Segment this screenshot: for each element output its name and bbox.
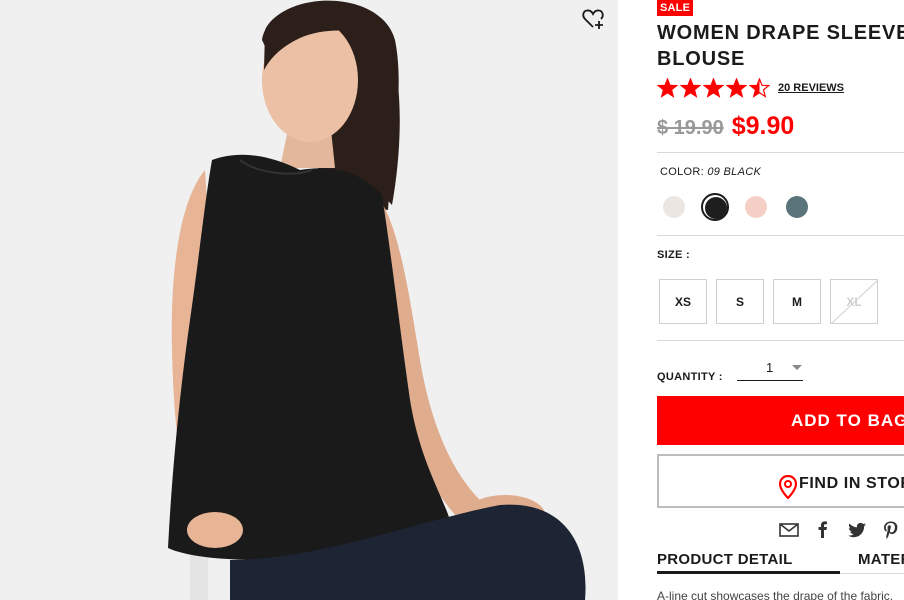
share-links (779, 520, 901, 540)
price-block: $ 19.90 $9.90 (657, 112, 794, 141)
color-swatches (660, 193, 811, 221)
selected-color-name: 09 BLACK (707, 166, 762, 178)
rating-stars (657, 77, 771, 98)
sale-price: $9.90 (731, 112, 795, 140)
swatch-color-dot (745, 196, 767, 218)
star-icon (748, 77, 771, 98)
product-details-panel: SALE WOMEN DRAPE SLEEVELESS BLOUSE 20 RE… (657, 0, 904, 600)
color-label: COLOR: 09 BLACK (660, 166, 761, 178)
size-option-m[interactable]: M (773, 279, 821, 324)
add-to-wishlist-icon[interactable] (582, 8, 606, 30)
sale-badge: SALE (657, 0, 694, 16)
find-in-store-label: FIND IN STORE (799, 475, 904, 492)
reviews-link[interactable]: 20 REVIEWS (778, 82, 844, 94)
model-illustration (0, 0, 618, 600)
location-pin-icon (778, 474, 798, 500)
product-description: A-line cut showcases the drape of the fa… (657, 589, 894, 600)
quantity-select[interactable]: 1 (737, 358, 803, 381)
quantity-value: 1 (766, 360, 774, 375)
divider (657, 152, 904, 153)
add-to-bag-label: ADD TO BAG (791, 411, 904, 430)
star-icon (702, 77, 725, 98)
size-label: SIZE : (657, 249, 690, 261)
swatch-color-dot (786, 196, 808, 218)
size-option-xs[interactable]: XS (659, 279, 707, 324)
product-title: WOMEN DRAPE SLEEVELESS BLOUSE (657, 20, 904, 72)
facebook-icon[interactable] (813, 520, 833, 540)
mail-icon[interactable] (779, 520, 799, 540)
tab-product-detail[interactable]: PRODUCT DETAIL (657, 551, 793, 568)
original-price: $ 19.90 (657, 117, 724, 139)
pinterest-icon[interactable] (881, 520, 901, 540)
twitter-icon[interactable] (847, 520, 867, 540)
color-swatch-off-white[interactable] (660, 193, 688, 221)
size-options: XS S M XL (659, 279, 878, 324)
size-option-s[interactable]: S (716, 279, 764, 324)
tab-materials[interactable]: MATERIALS (858, 551, 904, 568)
color-swatch-black[interactable] (701, 193, 729, 221)
size-option-xl[interactable]: XL (830, 279, 878, 324)
quantity-label: QUANTITY : (657, 371, 723, 383)
color-label-text: COLOR: (660, 166, 704, 178)
product-rating: 20 REVIEWS (657, 77, 844, 98)
chevron-down-icon (792, 365, 802, 370)
swatch-color-dot (705, 197, 727, 219)
product-tabs: PRODUCT DETAIL MATERIALS (657, 551, 904, 575)
swatch-color-dot (663, 196, 685, 218)
product-title-line-1: WOMEN DRAPE SLEEVELESS (657, 22, 904, 44)
color-swatch-slate[interactable] (783, 193, 811, 221)
color-swatch-pink[interactable] (742, 193, 770, 221)
active-tab-indicator (657, 571, 840, 574)
divider (657, 235, 904, 236)
product-image (0, 0, 618, 600)
product-title-line-2: BLOUSE (657, 48, 746, 70)
divider (657, 340, 904, 341)
find-in-store-button[interactable]: FIND IN STORE (657, 454, 904, 508)
add-to-bag-button[interactable]: ADD TO BAG (657, 396, 904, 445)
star-icon (725, 77, 748, 98)
star-icon (657, 77, 679, 98)
star-icon (679, 77, 702, 98)
